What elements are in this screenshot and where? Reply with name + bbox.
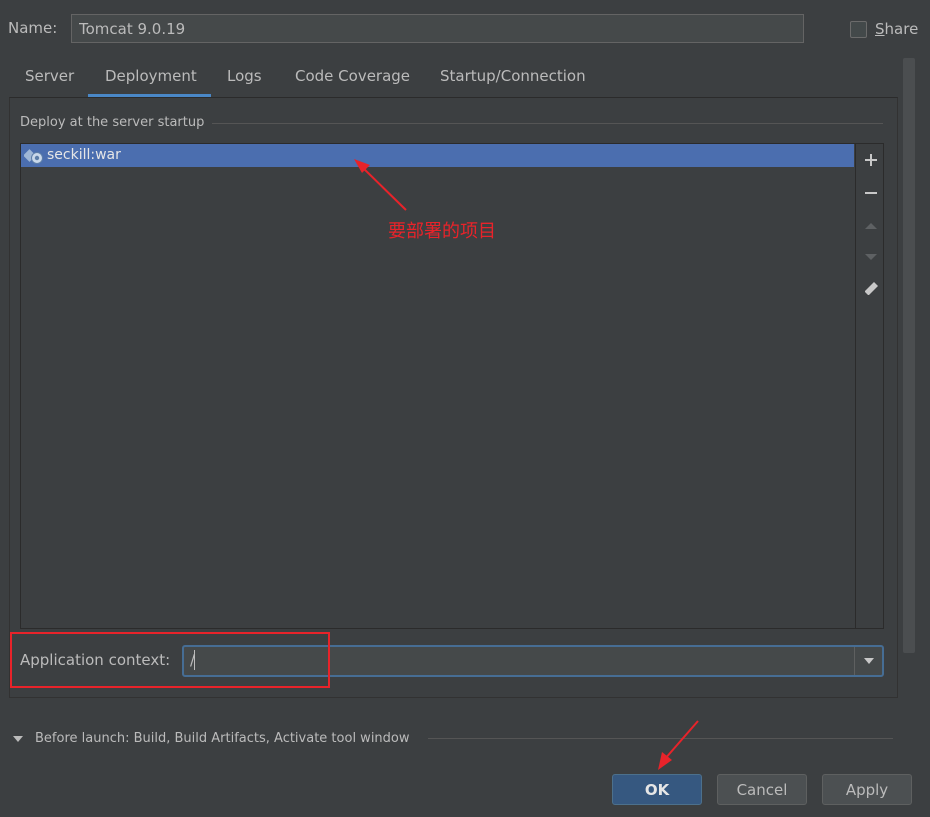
name-label: Name:	[8, 19, 58, 37]
annotation-arrow-icon	[354, 159, 407, 211]
tab-logs[interactable]: Logs	[227, 66, 262, 96]
add-icon[interactable]	[857, 144, 885, 176]
annotation-text: 要部署的项目	[388, 221, 496, 242]
share-mnemonic: S	[875, 20, 885, 38]
ok-button[interactable]: OK	[612, 774, 702, 805]
triangle-down-icon[interactable]	[12, 734, 24, 744]
artifact-war-icon	[24, 149, 43, 164]
cancel-button[interactable]: Cancel	[717, 774, 807, 805]
annotation-arrow-icon	[658, 720, 699, 770]
section-title: Deploy at the server startup	[20, 115, 205, 130]
tab-server[interactable]: Server	[25, 66, 74, 96]
tab-deployment[interactable]: Deployment	[105, 66, 197, 96]
annotation-highlight-box	[10, 632, 330, 688]
tab-startup-connection[interactable]: Startup/Connection	[440, 66, 586, 96]
edit-icon[interactable]	[857, 273, 885, 305]
dialog-scrollbar[interactable]	[903, 58, 915, 653]
share-label[interactable]: Share	[875, 20, 918, 38]
list-item[interactable]	[21, 144, 854, 167]
before-launch-label[interactable]: Before launch: Build, Build Artifacts, A…	[35, 731, 410, 746]
tab-code-coverage[interactable]: Code Coverage	[295, 66, 410, 96]
chevron-down-icon[interactable]	[856, 647, 882, 675]
artifact-label: seckill:war	[47, 147, 121, 163]
move-down-icon[interactable]	[857, 241, 885, 273]
artifact-list[interactable]	[20, 143, 856, 629]
run-configuration-dialog: Name: Share Server Deployment Logs Code …	[0, 0, 930, 817]
apply-button[interactable]: Apply	[822, 774, 912, 805]
share-label-rest: hare	[884, 20, 919, 38]
move-up-icon[interactable]	[857, 210, 885, 242]
remove-icon[interactable]	[857, 177, 885, 209]
share-checkbox[interactable]	[850, 21, 867, 38]
combobox-divider	[854, 647, 855, 675]
name-input[interactable]	[71, 14, 804, 43]
section-divider	[212, 123, 883, 124]
